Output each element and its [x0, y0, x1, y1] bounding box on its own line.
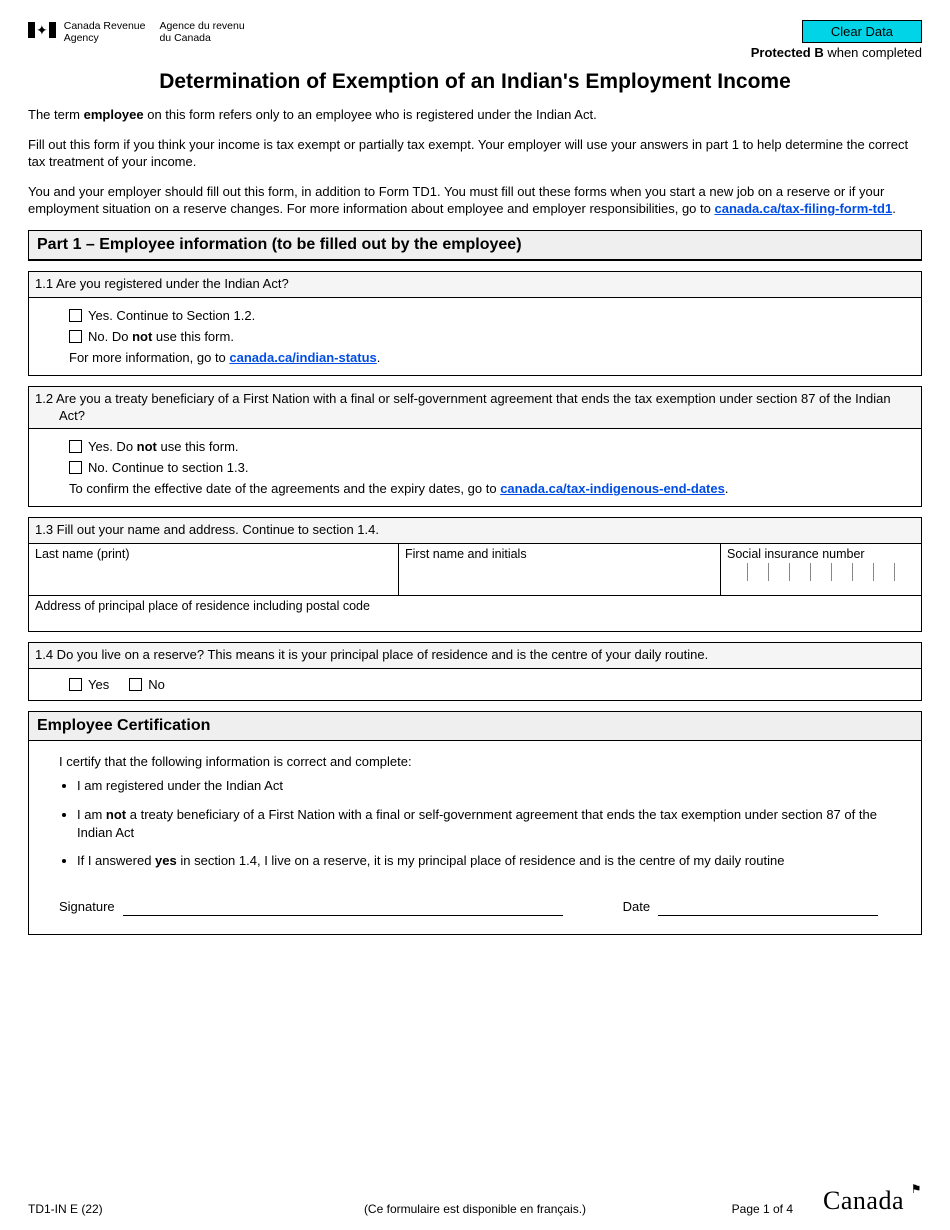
last-name-label: Last name (print)	[35, 547, 129, 561]
form-title: Determination of Exemption of an Indian'…	[28, 70, 922, 94]
q11-no-checkbox[interactable]	[69, 330, 82, 343]
flag-icon: ✦	[28, 20, 56, 38]
agency-name: Canada Revenue Agency Agence du revenu d…	[64, 20, 245, 44]
wordmark-flag-icon: ⚑	[911, 1182, 922, 1197]
q11-question: 1.1 Are you registered under the Indian …	[29, 272, 921, 298]
question-1-4: 1.4 Do you live on a reserve? This means…	[28, 642, 922, 701]
first-name-field[interactable]: First name and initials	[399, 544, 721, 595]
employee-certification: Employee Certification I certify that th…	[28, 711, 922, 935]
q11-info-a: For more information, go to	[69, 350, 229, 365]
top-right: Clear Data Protected B when completed	[751, 20, 922, 60]
q11-yes-label: Yes. Continue to Section 1.2.	[88, 308, 255, 323]
q13-head: 1.3 Fill out your name and address. Cont…	[29, 518, 921, 544]
wordmark-text: Canada	[823, 1186, 904, 1215]
page: ✦ Canada Revenue Agency Agence du revenu…	[0, 0, 950, 1230]
cert-bullet-3: If I answered yes in section 1.4, I live…	[77, 852, 909, 870]
intro-p2: Fill out this form if you think your inc…	[28, 136, 922, 171]
q14-no-label: No	[148, 677, 165, 692]
part-1-heading: Part 1 – Employee information (to be fil…	[29, 231, 921, 260]
cert-bullet-1: I am registered under the Indian Act	[77, 777, 909, 795]
sin-label: Social insurance number	[727, 547, 865, 561]
part-1-header-box: Part 1 – Employee information (to be fil…	[28, 230, 922, 261]
address-label: Address of principal place of residence …	[35, 599, 370, 613]
q11-info-b: .	[377, 350, 381, 365]
intro-p1-a: The term	[28, 107, 84, 122]
footer: TD1-IN E (22) (Ce formulaire est disponi…	[28, 1186, 922, 1216]
td1-link[interactable]: canada.ca/tax-filing-form-td1	[714, 201, 892, 216]
cert-bullet-2: I am not a treaty beneficiary of a First…	[77, 806, 909, 842]
protected-marking: Protected B when completed	[751, 45, 922, 60]
intro-p1-c: on this form refers only to an employee …	[144, 107, 597, 122]
q11-no-label: No. Do not use this form.	[88, 329, 234, 344]
q14-question: 1.4 Do you live on a reserve? This means…	[29, 643, 921, 669]
q12-question: 1.2 Are you a treaty beneficiary of a Fi…	[35, 391, 915, 425]
sin-field[interactable]: Social insurance number	[721, 544, 921, 595]
question-1-1: 1.1 Are you registered under the Indian …	[28, 271, 922, 376]
sin-boxes[interactable]	[727, 563, 915, 581]
last-name-field[interactable]: Last name (print)	[29, 544, 399, 595]
question-1-2: 1.2 Are you a treaty beneficiary of a Fi…	[28, 386, 922, 508]
q12-no-label: No. Continue to section 1.3.	[88, 460, 248, 475]
q12-info-b: .	[725, 481, 729, 496]
agency-fr-line1: Agence du revenu	[159, 20, 244, 32]
page-number: Page 1 of 4	[732, 1202, 793, 1216]
indian-status-link[interactable]: canada.ca/indian-status	[229, 350, 376, 365]
government-logo: ✦ Canada Revenue Agency Agence du revenu…	[28, 20, 245, 44]
intro-p3-b: .	[892, 201, 896, 216]
agency-fr-line2: du Canada	[159, 32, 244, 44]
q12-info-a: To confirm the effective date of the agr…	[69, 481, 500, 496]
cert-lead: I certify that the following information…	[59, 753, 909, 771]
certification-heading: Employee Certification	[29, 712, 921, 741]
intro-text: The term employee on this form refers on…	[28, 106, 922, 218]
q11-yes-checkbox[interactable]	[69, 309, 82, 322]
date-label: Date	[623, 898, 650, 916]
date-field[interactable]: Date	[623, 898, 878, 916]
clear-data-button[interactable]: Clear Data	[802, 20, 922, 43]
first-name-label: First name and initials	[405, 547, 527, 561]
address-field[interactable]: Address of principal place of residence …	[29, 596, 921, 631]
signature-label: Signature	[59, 898, 115, 916]
agency-en-line1: Canada Revenue	[64, 20, 146, 32]
protected-b-label: Protected B	[751, 45, 824, 60]
q14-yes-checkbox[interactable]	[69, 678, 82, 691]
q14-yes-label: Yes	[88, 677, 109, 692]
top-bar: ✦ Canada Revenue Agency Agence du revenu…	[28, 20, 922, 60]
question-1-3: 1.3 Fill out your name and address. Cont…	[28, 517, 922, 632]
protected-suffix: when completed	[824, 45, 922, 60]
signature-field[interactable]: Signature	[59, 898, 563, 916]
q12-yes-checkbox[interactable]	[69, 440, 82, 453]
q12-yes-label: Yes. Do not use this form.	[88, 439, 239, 454]
intro-p1-b: employee	[84, 107, 144, 122]
q14-no-checkbox[interactable]	[129, 678, 142, 691]
canada-wordmark: Canada⚑	[823, 1186, 922, 1216]
end-dates-link[interactable]: canada.ca/tax-indigenous-end-dates	[500, 481, 725, 496]
q12-no-checkbox[interactable]	[69, 461, 82, 474]
agency-en-line2: Agency	[64, 32, 146, 44]
form-code: TD1-IN E (22)	[28, 1202, 103, 1216]
